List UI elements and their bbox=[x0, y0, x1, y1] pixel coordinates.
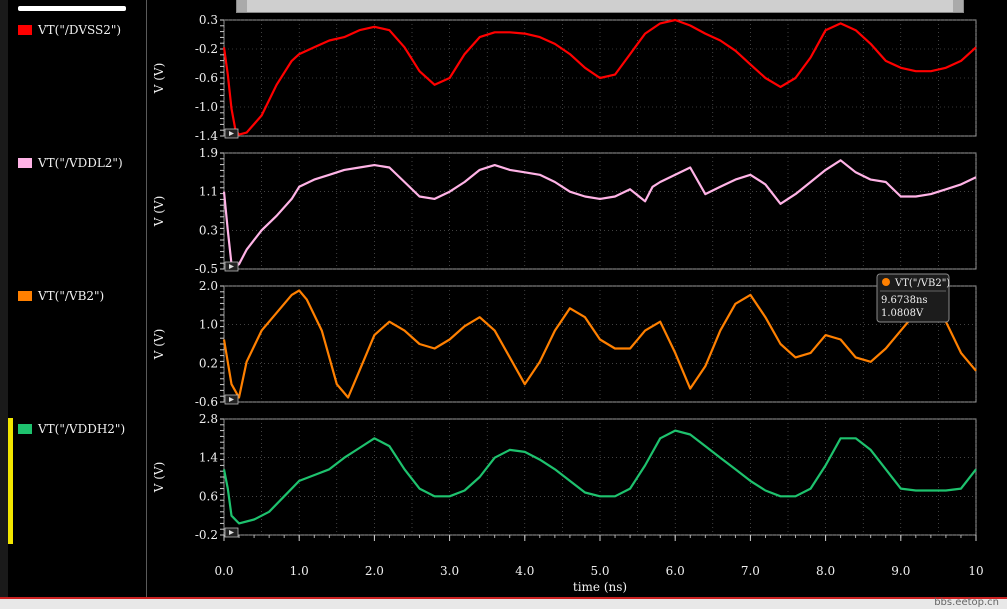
x-tick-label: 3.0 bbox=[440, 564, 459, 578]
status-bar: bbs.eetop.cn bbox=[0, 597, 1007, 609]
marker-label: VT("/VB2") bbox=[894, 278, 950, 289]
waveform-chart[interactable]: 0.3 -0.2 -0.6 -1.0 -1.4 V (V) 1.9 1.1 0.3 -0.5 V (… bbox=[0, 0, 1007, 597]
x-tick-label: 1.0 bbox=[290, 564, 309, 578]
marker-y-value: 1.0808V bbox=[881, 308, 924, 319]
y-tick-label-0: -1.0 bbox=[195, 100, 218, 114]
y-tick-label-2: 1.0 bbox=[199, 318, 218, 332]
y-axis-label-1: V (V) bbox=[152, 196, 166, 228]
y-tick-label-1: -0.5 bbox=[195, 262, 218, 276]
y-tick-label-1: 0.3 bbox=[199, 223, 218, 237]
x-tick-label: 7.0 bbox=[741, 564, 760, 578]
x-tick-label: 5.0 bbox=[590, 564, 609, 578]
y-tick-label-1: 1.9 bbox=[199, 146, 218, 160]
x-tick-label: 6.0 bbox=[666, 564, 685, 578]
plot-frame-1 bbox=[223, 152, 977, 270]
plot-frame-3 bbox=[223, 418, 977, 536]
y-tick-label-2: 2.0 bbox=[199, 279, 218, 293]
y-tick-label-0: -1.4 bbox=[195, 129, 219, 143]
y-tick-label-0: -0.6 bbox=[195, 71, 218, 85]
y-tick-label-3: 1.4 bbox=[199, 451, 218, 465]
x-tick-label: 4.0 bbox=[515, 564, 534, 578]
y-tick-label-2: -0.6 bbox=[195, 395, 218, 409]
y-tick-label-0: -0.2 bbox=[195, 42, 218, 56]
x-tick-label: 9.0 bbox=[891, 564, 910, 578]
y-tick-label-0: 0.3 bbox=[199, 13, 218, 27]
y-tick-label-1: 1.1 bbox=[199, 185, 218, 199]
y-tick-label-3: 2.8 bbox=[199, 412, 218, 426]
x-tick-label: 10 bbox=[968, 564, 983, 578]
y-tick-label-3: -0.2 bbox=[195, 528, 218, 542]
x-tick-label: 2.0 bbox=[365, 564, 384, 578]
x-axis-label: time (ns) bbox=[573, 580, 627, 594]
y-axis-label-2: V (V) bbox=[152, 329, 166, 361]
y-axis-label-0: V (V) bbox=[152, 63, 166, 95]
x-tick-label: 8.0 bbox=[816, 564, 835, 578]
marker-dot-icon bbox=[882, 278, 890, 286]
watermark-text: bbs.eetop.cn bbox=[934, 597, 999, 608]
marker-x-value: 9.6738ns bbox=[881, 295, 928, 306]
y-tick-label-2: 0.2 bbox=[199, 356, 218, 370]
x-tick-label: 0.0 bbox=[214, 564, 233, 578]
y-tick-label-3: 0.6 bbox=[199, 489, 218, 503]
y-axis-label-3: V (V) bbox=[152, 462, 166, 494]
